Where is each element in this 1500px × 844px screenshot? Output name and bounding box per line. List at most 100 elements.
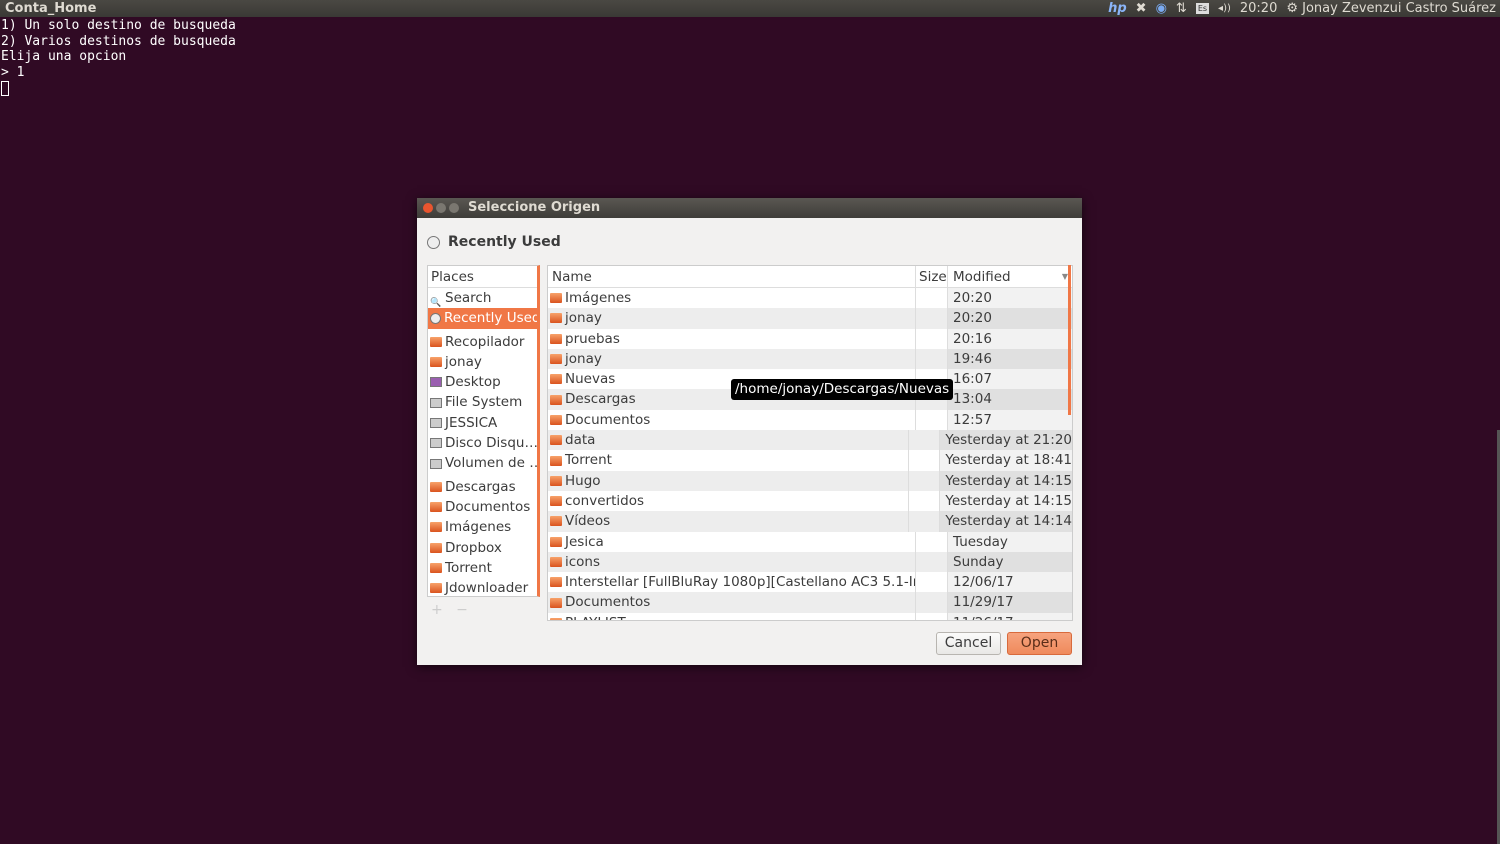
sidebar-item-disco-disqu-[interactable]: Disco Disqu…	[428, 433, 537, 453]
folder-icon	[550, 354, 562, 365]
file-row[interactable]: Imágenes 20:20	[548, 288, 1072, 309]
recent-icon	[430, 312, 441, 324]
folder-icon	[430, 583, 442, 594]
file-modified: 11/26/17	[948, 612, 1072, 620]
file-name: Hugo	[565, 472, 601, 489]
file-name: Documentos	[565, 594, 651, 611]
sidebar-item-file-system[interactable]: File System	[428, 392, 537, 412]
clock[interactable]: 20:20	[1240, 0, 1277, 17]
user-menu[interactable]: ⚙ Jonay Zevenzui Castro Suárez	[1286, 0, 1496, 17]
file-name: Imágenes	[565, 290, 632, 306]
folder-icon	[550, 293, 562, 304]
file-modified: Tuesday	[948, 531, 1072, 552]
maximize-button[interactable]	[449, 203, 459, 213]
file-name-cell: icons	[548, 551, 916, 573]
system-tray: hp ✖ ◉ ⇅ Es ◂)) 20:20 ⚙ Jonay Zevenzui C…	[1108, 0, 1496, 17]
drive-icon	[430, 458, 442, 469]
file-name-cell: jonay	[548, 348, 916, 370]
file-row[interactable]: jonay 19:46	[548, 348, 1072, 370]
network-icon[interactable]: ⇅	[1176, 0, 1187, 17]
file-row[interactable]: Torrent Yesterday at 18:41	[548, 450, 1072, 471]
sidebar-item-jonay[interactable]: jonay	[428, 352, 537, 372]
sidebar-item-recently-used[interactable]: Recently Used	[428, 308, 537, 329]
sidebar-item-volumen-de-[interactable]: Volumen de …	[428, 453, 537, 473]
file-row[interactable]: Documentos 12:57	[548, 409, 1072, 431]
file-name-cell: jonay	[548, 308, 916, 329]
file-list-scrollbar[interactable]	[1068, 265, 1071, 415]
file-row[interactable]: Interstellar [FullBluRay 1080p][Castella…	[548, 572, 1072, 593]
sidebar-item-desktop[interactable]: Desktop	[428, 372, 537, 392]
column-size[interactable]: Size	[916, 266, 948, 287]
sidebar-item-label: JESSICA	[445, 414, 498, 431]
column-modified-label: Modified	[953, 269, 1011, 285]
top-panel: Conta_Home hp ✖ ◉ ⇅ Es ◂)) 20:20 ⚙ Jonay…	[0, 0, 1500, 17]
file-name-cell: PLAYLIST	[548, 612, 916, 620]
sidebar-item-label: Torrent	[445, 559, 492, 576]
folder-icon	[550, 557, 562, 567]
file-modified: 20:20	[948, 288, 1072, 309]
terminal-line: > 1	[1, 65, 25, 81]
file-row[interactable]: Hugo Yesterday at 14:15	[548, 470, 1072, 491]
sidebar-item-jessica[interactable]: JESSICA	[428, 413, 537, 433]
file-row[interactable]: Jesica Tuesday	[548, 531, 1072, 552]
folder-icon	[550, 475, 562, 486]
places-header: Places	[428, 266, 537, 288]
remove-bookmark-button[interactable]: −	[456, 602, 468, 618]
sidebar-item-descargas[interactable]: Descargas	[428, 477, 537, 497]
file-name: Torrent	[565, 452, 612, 469]
sidebar-item-documentos[interactable]: Documentos	[428, 497, 537, 517]
sidebar-item-label: Documentos	[445, 498, 531, 515]
sidebar-item-torrent[interactable]: Torrent	[428, 558, 537, 578]
file-row[interactable]: PLAYLIST 11/26/17	[548, 612, 1072, 620]
file-name-cell: Vídeos	[548, 511, 909, 532]
file-size-cell	[916, 531, 948, 552]
file-size-cell	[909, 490, 941, 512]
sidebar-item-label: jonay	[445, 353, 482, 370]
add-bookmark-button[interactable]: +	[431, 602, 443, 618]
sidebar-item-jdownloader[interactable]: Jdownloader	[428, 578, 537, 596]
file-row[interactable]: Vídeos Yesterday at 14:14	[548, 511, 1072, 532]
file-size-cell	[916, 612, 948, 620]
sidebar-item-dropbox[interactable]: Dropbox	[428, 538, 537, 558]
file-row[interactable]: pruebas 20:16	[548, 328, 1072, 349]
file-row[interactable]: data Yesterday at 21:20	[548, 430, 1072, 451]
file-row[interactable]: Documentos 11/29/17	[548, 592, 1072, 613]
terminal-output: 1) Un solo destino de busqueda 2) Varios …	[1, 18, 236, 97]
chromium-icon[interactable]: ◉	[1156, 0, 1167, 17]
cancel-button[interactable]: Cancel	[936, 632, 1001, 655]
folder-icon	[550, 313, 562, 324]
file-row[interactable]: jonay 20:20	[548, 308, 1072, 329]
file-row[interactable]: icons Sunday	[548, 551, 1072, 573]
sidebar-item-imágenes[interactable]: Imágenes	[428, 517, 537, 537]
path-tooltip: /home/jonay/Descargas/Nuevas	[731, 379, 954, 400]
dropbox-icon[interactable]: ✖	[1136, 0, 1147, 17]
terminal-line: 2) Varios destinos de busqueda	[1, 33, 236, 49]
keyboard-icon[interactable]: Es	[1195, 3, 1210, 14]
sidebar-item-search[interactable]: 🔍 Search	[428, 288, 537, 308]
minimize-button[interactable]	[436, 203, 446, 213]
column-modified[interactable]: Modified ▼	[948, 266, 1072, 287]
folder-icon	[550, 516, 562, 527]
folder-icon	[550, 496, 562, 507]
folder-icon	[430, 542, 442, 553]
file-name: Interstellar [FullBluRay 1080p][Castella…	[565, 574, 916, 591]
column-name[interactable]: Name	[548, 266, 916, 287]
file-size-cell	[909, 450, 941, 471]
gear-icon: ⚙	[1286, 1, 1298, 16]
open-button[interactable]: Open	[1007, 632, 1072, 655]
file-name-cell: Documentos	[548, 592, 916, 613]
folder-icon	[550, 577, 562, 588]
volume-icon[interactable]: ◂))	[1218, 0, 1231, 17]
hp-icon[interactable]: hp	[1108, 0, 1127, 17]
close-button[interactable]	[423, 203, 433, 213]
folder-icon	[550, 617, 562, 620]
sidebar-item-recopilador[interactable]: Recopilador	[428, 332, 537, 352]
file-modified: Yesterday at 14:15	[940, 490, 1072, 512]
sidebar-item-label: Volumen de …	[445, 455, 537, 472]
folder-icon	[550, 435, 562, 446]
terminal-line: Elija una opcion	[1, 49, 127, 65]
file-list-header: Name Size Modified ▼	[548, 266, 1072, 288]
file-row[interactable]: convertidos Yesterday at 14:15	[548, 490, 1072, 512]
file-name-cell: Jesica	[548, 531, 916, 552]
folder-icon	[550, 374, 562, 385]
